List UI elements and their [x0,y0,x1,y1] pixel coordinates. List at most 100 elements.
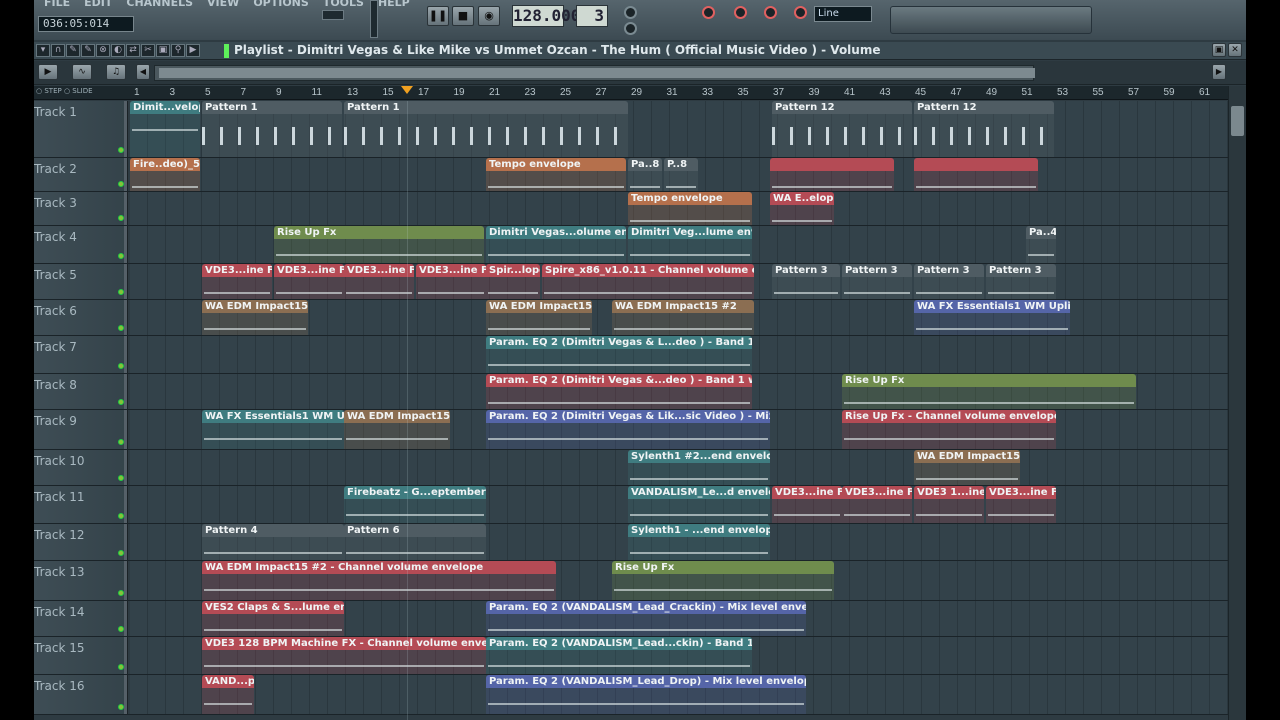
scroll-left-button[interactable]: ◀ [136,64,150,80]
online-news-panel[interactable] [890,6,1092,34]
menu-tools[interactable]: TOOLS [323,0,364,9]
track-resize-handle[interactable] [124,158,127,191]
track-resize-handle[interactable] [124,486,127,523]
master-volume-slider[interactable] [370,0,378,38]
menu-edit[interactable]: EDIT [84,0,112,9]
playlist-clip[interactable]: Dimitri Veg...lume envelope [628,226,752,263]
playlist-clip[interactable]: WA EDM Impact15 #2 [202,300,308,335]
playlist-clip[interactable]: Pa..4 [1026,226,1056,263]
playlist-clip[interactable]: WA EDM Impact15 #2 [612,300,754,335]
view-patterns-icon[interactable]: ▶ [38,64,58,80]
menu-file[interactable]: FILE [44,0,70,9]
track-resize-handle[interactable] [124,410,127,449]
tempo-display[interactable]: 128.000 [512,5,580,27]
pause-button[interactable]: ❚❚ [427,6,449,26]
track-resize-handle[interactable] [124,637,127,674]
playlist-clip[interactable]: VDE3...ine FX [202,264,272,299]
step-slide-options[interactable]: ○ STEP ○ SLIDE [36,87,93,95]
track-lane[interactable]: WA EDM Impact15 #2 WA EDM Impact15 #2 WA E… [130,300,1228,335]
track-header[interactable]: Track 4 [34,226,128,263]
playlist-clip[interactable]: VDE3 128 BPM Machine FX - Channel volume… [202,637,486,674]
pencil-icon[interactable]: ✎ [66,44,80,57]
playlist-clip[interactable]: Param. EQ 2 (Dimitri Vegas & L...deo ) -… [486,336,752,373]
track-header[interactable]: Track 16 [34,675,128,714]
delete-icon[interactable]: ⊗ [96,44,110,57]
menu-view[interactable]: VIEW [207,0,239,9]
playlist-clip[interactable]: VDE3...ine FX [772,486,842,523]
magnet-icon[interactable]: ∩ [51,44,65,57]
playlist-clip[interactable]: Param. EQ 2 (VANDALISM_Lead...ckin) - Ba… [486,637,752,674]
track-lane[interactable]: Param. EQ 2 (Dimitri Vegas & L...deo ) -… [130,336,1228,373]
track-lane[interactable]: WA FX Essentials1 WM UpliftWA EDM Impact… [130,410,1228,449]
stop-button[interactable]: ■ [452,6,474,26]
playlist-clip[interactable]: Pattern 3 [986,264,1056,299]
playlist-clip[interactable]: Param. EQ 2 (Dimitri Vegas &...deo ) - B… [486,374,752,409]
horizontal-scroll-thumb[interactable] [159,68,1035,78]
horizontal-scrollbar[interactable] [154,65,1035,81]
playlist-clip[interactable]: Pattern 3 [914,264,984,299]
playlist-clip[interactable]: WA FX Essentials1 WM Uplifter7 [914,300,1070,335]
track-resize-handle[interactable] [124,374,127,409]
playlist-clip[interactable] [914,158,1038,191]
track-header[interactable]: Track 3 [34,192,128,225]
playlist-clip[interactable]: Spire_x86_v1.0.11 - Channel volume envel… [542,264,754,299]
playlist-clip[interactable]: WA EDM Impact15 #2 [486,300,592,335]
track-header[interactable]: Track 5 [34,264,128,299]
view-notes-icon[interactable]: ♫ [106,64,126,80]
playlist-clip[interactable]: Rise Up Fx [842,374,1136,409]
playlist-clip[interactable]: Pattern 3 [842,264,912,299]
playlist-clip[interactable]: Pa..8 [628,158,662,191]
playlist-clip[interactable]: Pattern 1 [202,101,342,157]
view-automation-icon[interactable]: ∿ [72,64,92,80]
metronome-toggle[interactable] [624,6,637,19]
track-resize-handle[interactable] [124,601,127,636]
playlist-clip[interactable]: VES2 Claps & S...lume envelope [202,601,344,636]
pattern-display[interactable]: 3 [576,5,608,27]
typing-keyboard-toggle[interactable] [794,6,807,19]
playlist-clip[interactable]: WA EDM Impact15 [914,450,1020,485]
track-resize-handle[interactable] [124,336,127,373]
track-header[interactable]: Track 11 [34,486,128,523]
vertical-scrollbar[interactable] [1228,86,1246,720]
playlist-clip[interactable]: Pattern 12 [914,101,1054,157]
track-lane[interactable]: Dimit...velopePattern 1Pattern 1Pattern … [130,101,1228,157]
menu-options[interactable]: OPTIONS [253,0,309,9]
playlist-clip[interactable]: WA FX Essentials1 WM Uplift [202,410,344,449]
song-position-marker[interactable] [401,86,413,94]
track-resize-handle[interactable] [124,524,127,560]
track-resize-handle[interactable] [124,675,127,714]
playlist-clip[interactable]: VDE3...ine FX [842,486,912,523]
track-lane[interactable]: Firebeatz - G...eptember 14)_2 VANDALISM_… [130,486,1228,523]
playlist-clip[interactable]: Tempo envelope [628,192,752,225]
playlist-clip[interactable]: Param. EQ 2 (VANDALISM_Lead_Crackin) - M… [486,601,806,636]
playlist-clip[interactable]: VAND...pe [202,675,254,714]
play-icon[interactable]: ▶ [186,44,200,57]
close-button[interactable]: ✕ [1228,43,1242,57]
track-resize-handle[interactable] [124,226,127,263]
menu-channels[interactable]: CHANNELS [126,0,193,9]
playlist-clip[interactable]: Pattern 4 [202,524,344,560]
track-header[interactable]: Track 10 [34,450,128,485]
track-resize-handle[interactable] [124,561,127,600]
playlist-clip[interactable]: Rise Up Fx [274,226,484,263]
playlist-clip[interactable]: Sylenth1 #2...end envelope [628,450,770,485]
playlist-clip[interactable]: Rise Up Fx - Channel volume envelope [842,410,1056,449]
track-lane[interactable]: Fire..deo)_5 Tempo envelope Pa..8 P..8 [130,158,1228,191]
track-lane[interactable]: Sylenth1 #2...end envelope WA EDM Impact1… [130,450,1228,485]
track-lane[interactable]: VDE3 128 BPM Machine FX - Channel volume… [130,637,1228,674]
playlist-clip[interactable]: Firebeatz - G...eptember 14)_2 [344,486,486,523]
master-pitch-slider[interactable] [322,10,344,20]
playlist-clip[interactable]: WA EDM Impact15 [344,410,450,449]
playlist-clip[interactable]: VDE3...ine FX [986,486,1056,523]
playlist-clip[interactable]: VANDALISM_Le...d envelope [628,486,770,523]
mute-icon[interactable]: ◐ [111,44,125,57]
track-lane[interactable]: VES2 Claps & S...lume envelope Param. EQ … [130,601,1228,636]
track-header[interactable]: Track 1 [34,101,128,157]
playlist-clip[interactable] [770,158,894,191]
track-lane[interactable]: Pattern 4 Pattern 6 Sylenth1 - ...end enve… [130,524,1228,560]
playlist-clip[interactable]: Pattern 3 [772,264,840,299]
track-header[interactable]: Track 13 [34,561,128,600]
playlist-clip[interactable]: Sylenth1 - ...end envelope [628,524,770,560]
track-lane[interactable]: Param. EQ 2 (Dimitri Vegas &...deo ) - B… [130,374,1228,409]
playlist-clip[interactable]: P..8 [664,158,698,191]
